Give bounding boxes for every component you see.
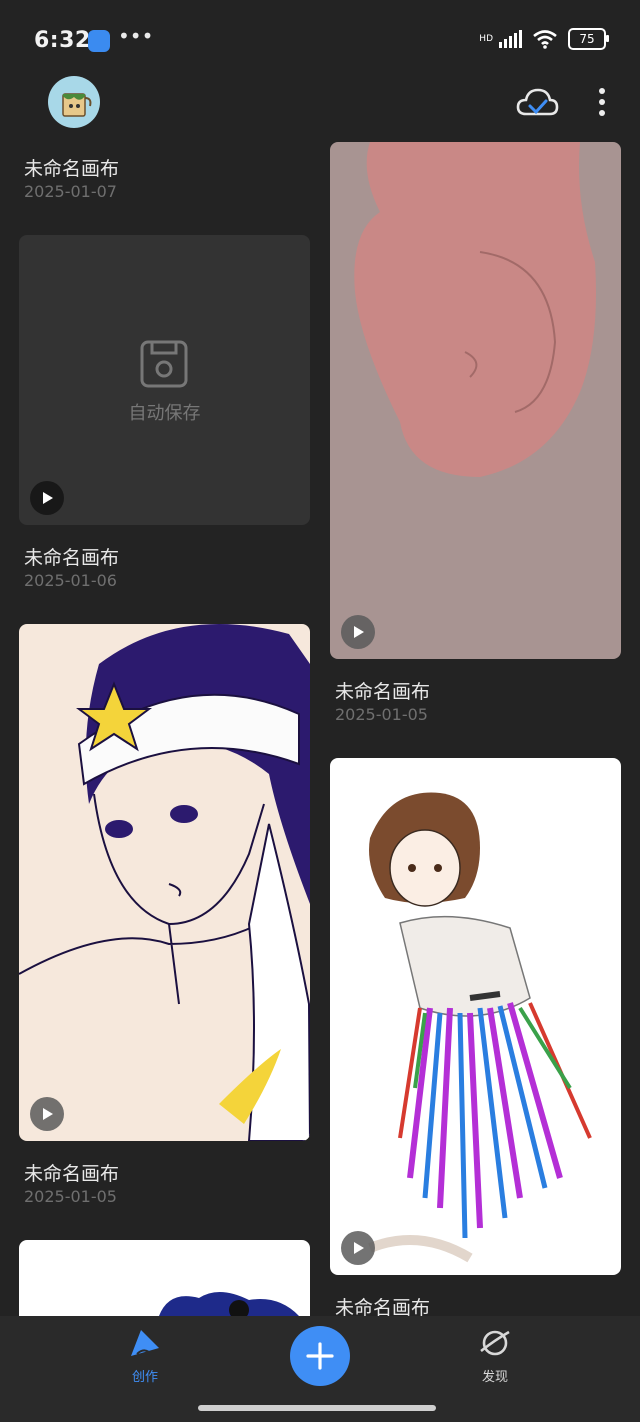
more-vertical-icon: [599, 88, 605, 116]
battery-icon: 75: [568, 28, 609, 50]
play-button[interactable]: [341, 615, 375, 649]
play-button[interactable]: [30, 1097, 64, 1131]
drawing-preview: [368, 792, 592, 1263]
canvas-thumbnail[interactable]: [19, 624, 310, 1141]
notification-app-icon: [88, 30, 110, 52]
hd-indicator: HD: [479, 34, 493, 44]
wifi-icon: [533, 30, 557, 49]
more-notifications-icon: •••: [118, 24, 154, 48]
create-brush-icon: [131, 1330, 159, 1356]
drawing-preview: [19, 624, 310, 1141]
play-button[interactable]: [341, 1231, 375, 1265]
plus-icon: [306, 1342, 334, 1370]
canvas-thumbnail[interactable]: [330, 142, 621, 659]
play-icon: [354, 1242, 364, 1254]
play-icon: [354, 626, 364, 638]
save-icon: [140, 340, 188, 388]
clock: 6:32: [34, 28, 91, 53]
status-bar: 6:32 ••• HD 75: [0, 0, 640, 82]
canvas-title: 未命名画布: [24, 547, 120, 569]
canvas-title: 未命名画布: [24, 1163, 120, 1185]
signal-icon: [499, 30, 522, 48]
nav-discover-label: 发现: [481, 1370, 508, 1385]
canvas-title: 未命名画布: [335, 681, 431, 703]
canvas-title: 未命名画布: [24, 158, 120, 180]
more-menu-button[interactable]: [592, 86, 612, 120]
canvas-thumbnail[interactable]: [19, 1240, 310, 1316]
avatar[interactable]: [48, 76, 100, 128]
canvas-date: 2025-01-05: [24, 1187, 117, 1206]
play-button[interactable]: [30, 481, 64, 515]
cloud-sync-button[interactable]: [514, 84, 560, 124]
canvas-thumbnail[interactable]: [330, 758, 621, 1275]
canvas-date: 2025-01-06: [24, 571, 117, 590]
canvas-thumbnail[interactable]: 自动保存: [19, 235, 310, 525]
planet-icon: [480, 1330, 510, 1356]
play-icon: [43, 492, 53, 504]
canvas-date: 2025-01-07: [24, 182, 117, 201]
nav-create[interactable]: 创作: [112, 1326, 178, 1390]
drawing-preview: [159, 1291, 299, 1316]
paint-bucket-icon: [62, 93, 92, 117]
new-canvas-button[interactable]: [290, 1326, 350, 1386]
autosave-label: 自动保存: [128, 403, 201, 424]
drawing-preview: [354, 142, 596, 477]
play-icon: [43, 1108, 53, 1120]
nav-discover[interactable]: 发现: [462, 1326, 528, 1390]
nav-create-label: 创作: [131, 1370, 158, 1385]
canvas-date: 2025-01-05: [335, 705, 428, 724]
home-indicator[interactable]: [198, 1405, 436, 1411]
cloud-check-icon: [516, 88, 559, 116]
